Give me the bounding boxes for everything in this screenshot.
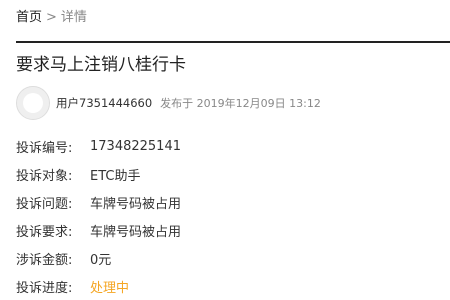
user-avatar-icon	[17, 87, 49, 119]
breadcrumb-separator: >	[46, 10, 57, 25]
detail-row-progress: 投诉进度: 处理中	[16, 272, 436, 300]
amount-value: 0元	[90, 252, 112, 268]
detail-label: 投诉要求:	[16, 224, 73, 240]
breadcrumb-current: 详情	[60, 10, 87, 25]
posted-time: 2019年12月09日 13:12	[196, 97, 321, 110]
detail-label: 投诉问题:	[16, 196, 73, 212]
detail-row-complaint-number: 投诉编号: 17348225141	[16, 132, 436, 160]
detail-label: 投诉编号:	[16, 140, 73, 156]
detail-row-complaint-target: 投诉对象: ETC助手	[16, 160, 436, 188]
detail-row-complaint-request: 投诉要求: 车牌号码被占用	[16, 216, 436, 244]
header-divider	[16, 41, 450, 43]
detail-label: 投诉进度:	[16, 280, 73, 296]
author-info: 用户7351444660 发布于 2019年12月09日 13:12	[16, 86, 321, 120]
avatar	[16, 86, 50, 120]
detail-label: 涉诉金额:	[16, 252, 73, 268]
complaint-number-value: 17348225141	[90, 138, 181, 154]
detail-row-complaint-issue: 投诉问题: 车牌号码被占用	[16, 188, 436, 216]
complaint-issue-value: 车牌号码被占用	[90, 196, 182, 212]
detail-row-amount: 涉诉金额: 0元	[16, 244, 436, 272]
complaint-request-value: 车牌号码被占用	[90, 224, 182, 240]
breadcrumb: 首页 > 详情	[16, 10, 87, 26]
page-title: 要求马上注销八桂行卡	[16, 55, 186, 75]
complaint-target-value: ETC助手	[90, 168, 141, 184]
status-badge: 处理中	[90, 280, 130, 296]
author-username[interactable]: 用户7351444660	[56, 95, 152, 111]
breadcrumb-home-link[interactable]: 首页	[16, 10, 42, 25]
complaint-details: 投诉编号: 17348225141 投诉对象: ETC助手 投诉问题: 车牌号码…	[16, 132, 436, 300]
detail-label: 投诉对象:	[16, 168, 73, 184]
posted-meta: 发布于 2019年12月09日 13:12	[160, 95, 321, 111]
posted-prefix: 发布于	[160, 97, 194, 110]
